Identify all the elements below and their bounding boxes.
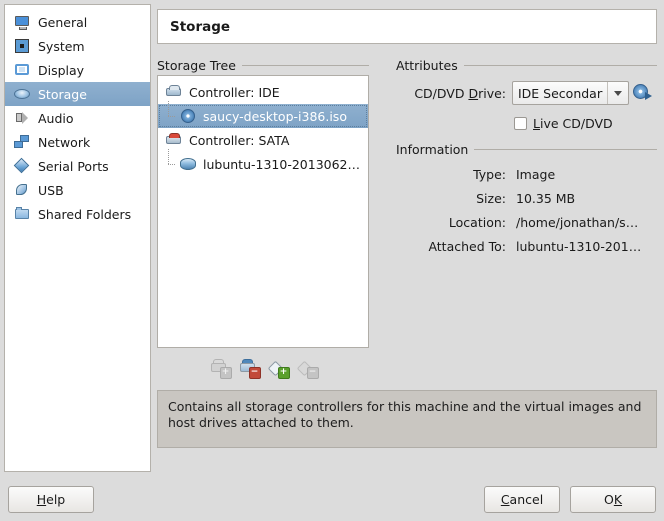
sidebar-item-label: System: [38, 39, 85, 54]
add-controller-button[interactable]: +: [211, 360, 229, 377]
sidebar-item-display[interactable]: Display: [5, 58, 150, 82]
attached-to-value: lubuntu-1310-201…: [516, 239, 661, 254]
cd-dvd-drive-combobox[interactable]: IDE Secondary: [512, 81, 629, 105]
monitor-icon: [14, 14, 30, 30]
settings-category-sidebar[interactable]: General System Display Storage Audio Net…: [4, 4, 151, 472]
sidebar-item-label: Storage: [38, 87, 87, 102]
help-button-label: Help: [37, 492, 66, 507]
tree-row-label: saucy-desktop-i386.iso: [203, 109, 347, 124]
tree-row-label: Controller: IDE: [189, 85, 280, 100]
tree-row[interactable]: saucy-desktop-i386.iso: [158, 104, 368, 128]
ok-button-label: OK: [604, 492, 622, 507]
sidebar-item-label: Shared Folders: [38, 207, 131, 222]
sidebar-item-system[interactable]: System: [5, 34, 150, 58]
live-cd-dvd-label: Live CD/DVD: [533, 116, 613, 131]
tree-row[interactable]: Controller: SATA: [158, 128, 368, 152]
hdd-icon: [180, 156, 196, 172]
group-divider: [474, 149, 657, 150]
storage-tree[interactable]: Controller: IDE saucy-desktop-i386.iso C…: [157, 75, 369, 348]
attached-to-label: Attached To:: [396, 239, 506, 254]
chevron-down-icon[interactable]: [607, 82, 628, 104]
add-attachment-button[interactable]: +: [269, 360, 287, 377]
cd-dvd-drive-label: CD/DVD Drive:: [396, 86, 506, 101]
cd-icon: [180, 108, 196, 124]
type-value: Image: [516, 167, 661, 182]
cancel-button[interactable]: Cancel: [484, 486, 560, 513]
sidebar-item-general[interactable]: General: [5, 10, 150, 34]
sidebar-item-network[interactable]: Network: [5, 130, 150, 154]
remove-attachment-button[interactable]: −: [298, 360, 316, 377]
tree-row-label: Controller: SATA: [189, 133, 289, 148]
sidebar-item-audio[interactable]: Audio: [5, 106, 150, 130]
usb-icon: [14, 182, 30, 198]
type-label: Type:: [396, 167, 506, 182]
cancel-button-label: Cancel: [501, 492, 543, 507]
network-icon: [14, 134, 30, 150]
checkbox-box[interactable]: [514, 117, 527, 130]
tree-row[interactable]: lubuntu-1310-2013062…: [158, 152, 368, 176]
sidebar-item-usb[interactable]: USB: [5, 178, 150, 202]
description-box: Contains all storage controllers for thi…: [157, 390, 657, 448]
information-group-title: Information: [396, 142, 657, 157]
ok-button[interactable]: OK: [570, 486, 656, 513]
choose-disk-image-button[interactable]: [633, 84, 651, 102]
cd-dvd-drive-value: IDE Secondary: [513, 86, 603, 101]
sidebar-item-serial-ports[interactable]: Serial Ports: [5, 154, 150, 178]
sidebar-item-storage[interactable]: Storage: [5, 82, 150, 106]
chip-icon: [14, 38, 30, 54]
display-icon: [14, 62, 30, 78]
tree-row[interactable]: Controller: IDE: [158, 80, 368, 104]
size-label: Size:: [396, 191, 506, 206]
sidebar-item-label: General: [38, 15, 87, 30]
serial-port-icon: [14, 158, 30, 174]
storage-tree-toolbar[interactable]: + − + −: [157, 354, 369, 382]
sidebar-item-shared-folders[interactable]: Shared Folders: [5, 202, 150, 226]
attributes-group-title: Attributes: [396, 58, 657, 73]
remove-controller-button[interactable]: −: [240, 360, 258, 377]
tree-row-label: lubuntu-1310-2013062…: [203, 157, 360, 172]
sidebar-item-label: Network: [38, 135, 90, 150]
ide-controller-icon: [166, 84, 182, 100]
folder-icon: [14, 206, 30, 222]
sidebar-item-label: Serial Ports: [38, 159, 109, 174]
size-value: 10.35 MB: [516, 191, 661, 206]
location-label: Location:: [396, 215, 506, 230]
sidebar-item-label: Audio: [38, 111, 74, 126]
group-divider: [464, 65, 657, 66]
storage-tree-group-title: Storage Tree: [157, 58, 369, 73]
page-title: Storage: [157, 9, 657, 44]
group-divider: [242, 65, 369, 66]
help-button[interactable]: Help: [8, 486, 94, 513]
sidebar-item-label: Display: [38, 63, 84, 78]
speaker-icon: [14, 110, 30, 126]
disk-icon: [14, 86, 30, 102]
sata-controller-icon: [166, 132, 182, 148]
live-cd-dvd-checkbox[interactable]: Live CD/DVD: [514, 116, 613, 131]
sidebar-item-label: USB: [38, 183, 64, 198]
location-value: /home/jonathan/s…: [516, 215, 661, 230]
